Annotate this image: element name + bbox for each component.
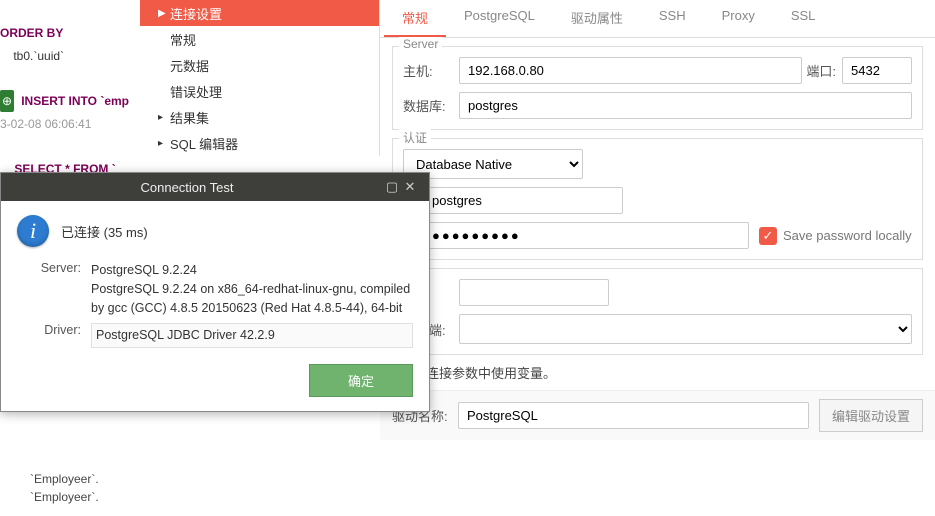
- database-input[interactable]: [459, 92, 912, 119]
- host-input[interactable]: [459, 57, 802, 84]
- maximize-icon[interactable]: ▢: [383, 179, 401, 195]
- tab-general[interactable]: 常规: [384, 0, 446, 37]
- chevron-right-icon: ▸: [158, 112, 166, 123]
- tree-item-label: 常规: [170, 30, 196, 49]
- dialog-title: Connection Test: [1, 180, 373, 195]
- client-select[interactable]: [459, 314, 912, 344]
- tree-item-label: SQL 编辑器: [170, 134, 238, 153]
- driver-value: PostgreSQL JDBC Driver 42.2.9: [91, 323, 413, 348]
- dialog-titlebar[interactable]: Connection Test ▢ ✕: [1, 173, 429, 201]
- database-label: 数据库:: [403, 96, 459, 115]
- chevron-right-icon: ▶: [158, 8, 166, 19]
- username-input[interactable]: [423, 187, 623, 214]
- auth-fieldset: 认证 Database Native 3: ✓ Save password lo…: [392, 138, 923, 260]
- driver-row: 驱动名称: 编辑驱动设置: [380, 390, 935, 440]
- close-icon[interactable]: ✕: [401, 179, 419, 195]
- info-icon: i: [17, 215, 49, 247]
- driver-name-input[interactable]: [458, 402, 809, 429]
- tree-item-label: 结果集: [170, 108, 209, 127]
- connection-status: 已连接 (35 ms): [61, 222, 148, 241]
- save-password-checkbox[interactable]: ✓: [759, 227, 777, 245]
- port-label: 端口:: [802, 61, 842, 80]
- tab-proxy[interactable]: Proxy: [704, 0, 773, 37]
- sql-editor-bottom-fragment: `Employeer`. `Employeer`.: [30, 470, 99, 506]
- tree-item-label: 连接设置: [170, 4, 222, 23]
- driver-key: Driver:: [17, 323, 81, 337]
- advanced-fieldset: ced role: 客户端:: [392, 268, 923, 355]
- tree-item-error-handling[interactable]: 错误处理: [140, 78, 379, 104]
- settings-tree: ▶ 连接设置 常规 元数据 错误处理 ▸ 结果集 ▸ SQL 编辑器: [140, 0, 380, 156]
- tree-item-label: 错误处理: [170, 82, 222, 101]
- tree-item-general[interactable]: 常规: [140, 26, 379, 52]
- save-password-label: Save password locally: [783, 228, 912, 243]
- connection-panel: 常规 PostgreSQL 驱动属性 SSH Proxy SSL Server …: [380, 0, 935, 516]
- server-legend: Server: [399, 37, 442, 51]
- password-input[interactable]: [423, 222, 749, 249]
- expand-icon: ⊕: [0, 90, 14, 112]
- tab-bar: 常规 PostgreSQL 驱动属性 SSH Proxy SSL: [380, 0, 935, 38]
- edit-driver-button[interactable]: 编辑驱动设置: [819, 399, 923, 432]
- tree-item-sql-editor[interactable]: ▸ SQL 编辑器: [140, 130, 379, 156]
- tree-item-result-set[interactable]: ▸ 结果集: [140, 104, 379, 130]
- tab-driver-props[interactable]: 驱动属性: [553, 0, 641, 37]
- tab-ssh[interactable]: SSH: [641, 0, 704, 37]
- auth-legend: 认证: [399, 129, 431, 146]
- dialog-body: i 已连接 (35 ms) Server: PostgreSQL 9.2.24 …: [1, 201, 429, 358]
- server-value: PostgreSQL 9.2.24 PostgreSQL 9.2.24 on x…: [91, 261, 413, 317]
- role-input[interactable]: [459, 279, 609, 306]
- tab-ssl[interactable]: SSL: [773, 0, 834, 37]
- tree-item-metadata[interactable]: 元数据: [140, 52, 379, 78]
- server-key: Server:: [17, 261, 81, 275]
- chevron-right-icon: ▸: [158, 138, 166, 149]
- tab-postgresql[interactable]: PostgreSQL: [446, 0, 553, 37]
- tree-item-label: 元数据: [170, 56, 209, 75]
- variables-hint: 以在连接参数中使用变量。: [400, 363, 915, 382]
- server-fieldset: Server 主机: 端口: 数据库:: [392, 46, 923, 130]
- host-label: 主机:: [403, 61, 459, 80]
- ok-button[interactable]: 确定: [309, 364, 413, 397]
- port-input[interactable]: [842, 57, 912, 84]
- tree-item-connection-settings[interactable]: ▶ 连接设置: [140, 0, 379, 26]
- auth-mode-select[interactable]: Database Native: [403, 149, 583, 179]
- connection-test-dialog: Connection Test ▢ ✕ i 已连接 (35 ms) Server…: [0, 172, 430, 412]
